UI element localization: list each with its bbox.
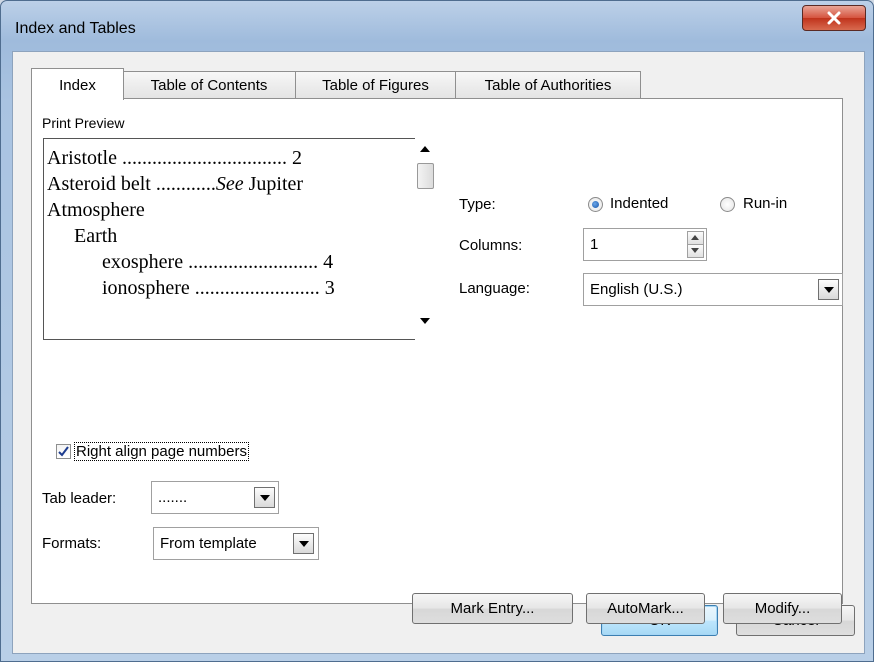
- dialog-title: Index and Tables: [15, 20, 136, 37]
- chevron-down-icon[interactable]: [293, 533, 314, 554]
- indented-radio-label[interactable]: Indented: [610, 195, 668, 212]
- close-icon: [827, 11, 841, 25]
- language-label: Language:: [459, 280, 530, 297]
- scroll-down-icon[interactable]: [420, 318, 430, 324]
- formats-label: Formats:: [42, 535, 102, 552]
- tab-index[interactable]: Index: [31, 68, 124, 100]
- scroll-up-icon[interactable]: [420, 146, 430, 152]
- tab-table-of-figures[interactable]: Table of Figures: [295, 71, 456, 99]
- chevron-down-icon[interactable]: [818, 279, 839, 300]
- tab-leader-label: Tab leader:: [42, 490, 117, 507]
- preview-line: exosphere .......................... 4: [102, 251, 334, 273]
- tab-table-of-authorities[interactable]: Table of Authorities: [455, 71, 641, 99]
- run-in-radio-label[interactable]: Run-in: [743, 195, 787, 212]
- columns-stepper[interactable]: [687, 231, 704, 258]
- tab-table-of-contents[interactable]: Table of Contents: [122, 71, 296, 99]
- dialog-body: Index Table of Contents Table of Figures…: [12, 51, 865, 654]
- preview-line: Earth: [74, 225, 118, 247]
- preview-line: Aristotle ..............................…: [47, 147, 302, 169]
- columns-label: Columns:: [459, 237, 523, 254]
- spin-down-icon[interactable]: [687, 244, 704, 258]
- scroll-thumb[interactable]: [417, 163, 434, 189]
- type-label: Type:: [459, 196, 496, 213]
- print-preview-box: Aristotle ..............................…: [43, 138, 427, 340]
- mark-entry-button[interactable]: Mark Entry...: [412, 593, 573, 624]
- preview-scrollbar[interactable]: [415, 138, 435, 340]
- preview-line: Atmosphere: [47, 199, 145, 221]
- language-dropdown[interactable]: English (U.S.): [583, 273, 843, 306]
- index-tab-panel: Print Preview Aristotle ................…: [31, 98, 843, 624]
- print-preview-label: Print Preview: [42, 115, 125, 131]
- spin-up-icon[interactable]: [687, 231, 704, 245]
- chevron-down-icon[interactable]: [254, 487, 275, 508]
- right-align-label[interactable]: Right align page numbers: [74, 442, 249, 461]
- modify-button[interactable]: Modify...: [723, 593, 842, 624]
- right-align-checkbox[interactable]: [56, 444, 71, 459]
- preview-line: ionosphere ......................... 3: [102, 277, 335, 299]
- checkmark-icon: [58, 446, 69, 457]
- close-button[interactable]: [802, 5, 866, 31]
- preview-line: Asteroid belt ............See Jupiter: [47, 173, 304, 195]
- automark-button[interactable]: AutoMark...: [586, 593, 705, 624]
- dialog-window: Index and Tables Index Table of Contents…: [0, 0, 874, 662]
- indented-radio[interactable]: [588, 197, 603, 212]
- run-in-radio[interactable]: [720, 197, 735, 212]
